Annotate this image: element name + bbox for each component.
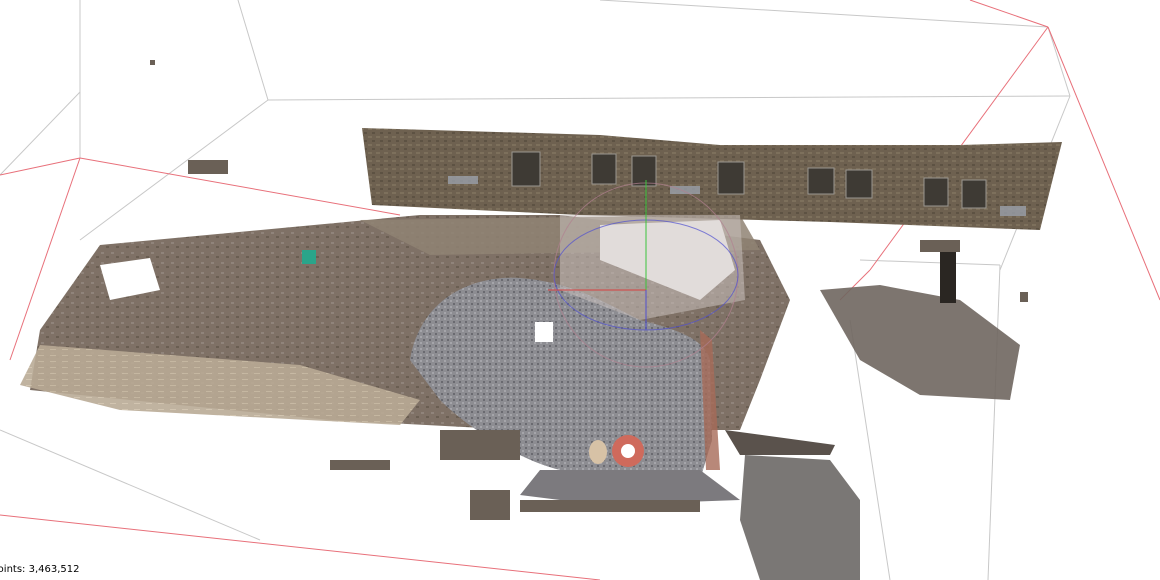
post <box>940 245 956 303</box>
teal-object <box>302 250 316 264</box>
point-cloud <box>20 60 1062 580</box>
point-cloud-scene <box>0 0 1160 580</box>
orange-ring-hole <box>621 444 635 458</box>
gravel-base <box>520 470 740 505</box>
point-cloud-viewport[interactable]: Points: 3,463,512 <box>0 0 1160 580</box>
lower-right-structure <box>740 455 860 580</box>
ramp <box>725 430 835 455</box>
tan-object <box>589 440 607 464</box>
gap <box>535 322 553 342</box>
point-count-status: Points: 3,463,512 <box>0 564 80 575</box>
right-structure <box>820 285 1020 400</box>
